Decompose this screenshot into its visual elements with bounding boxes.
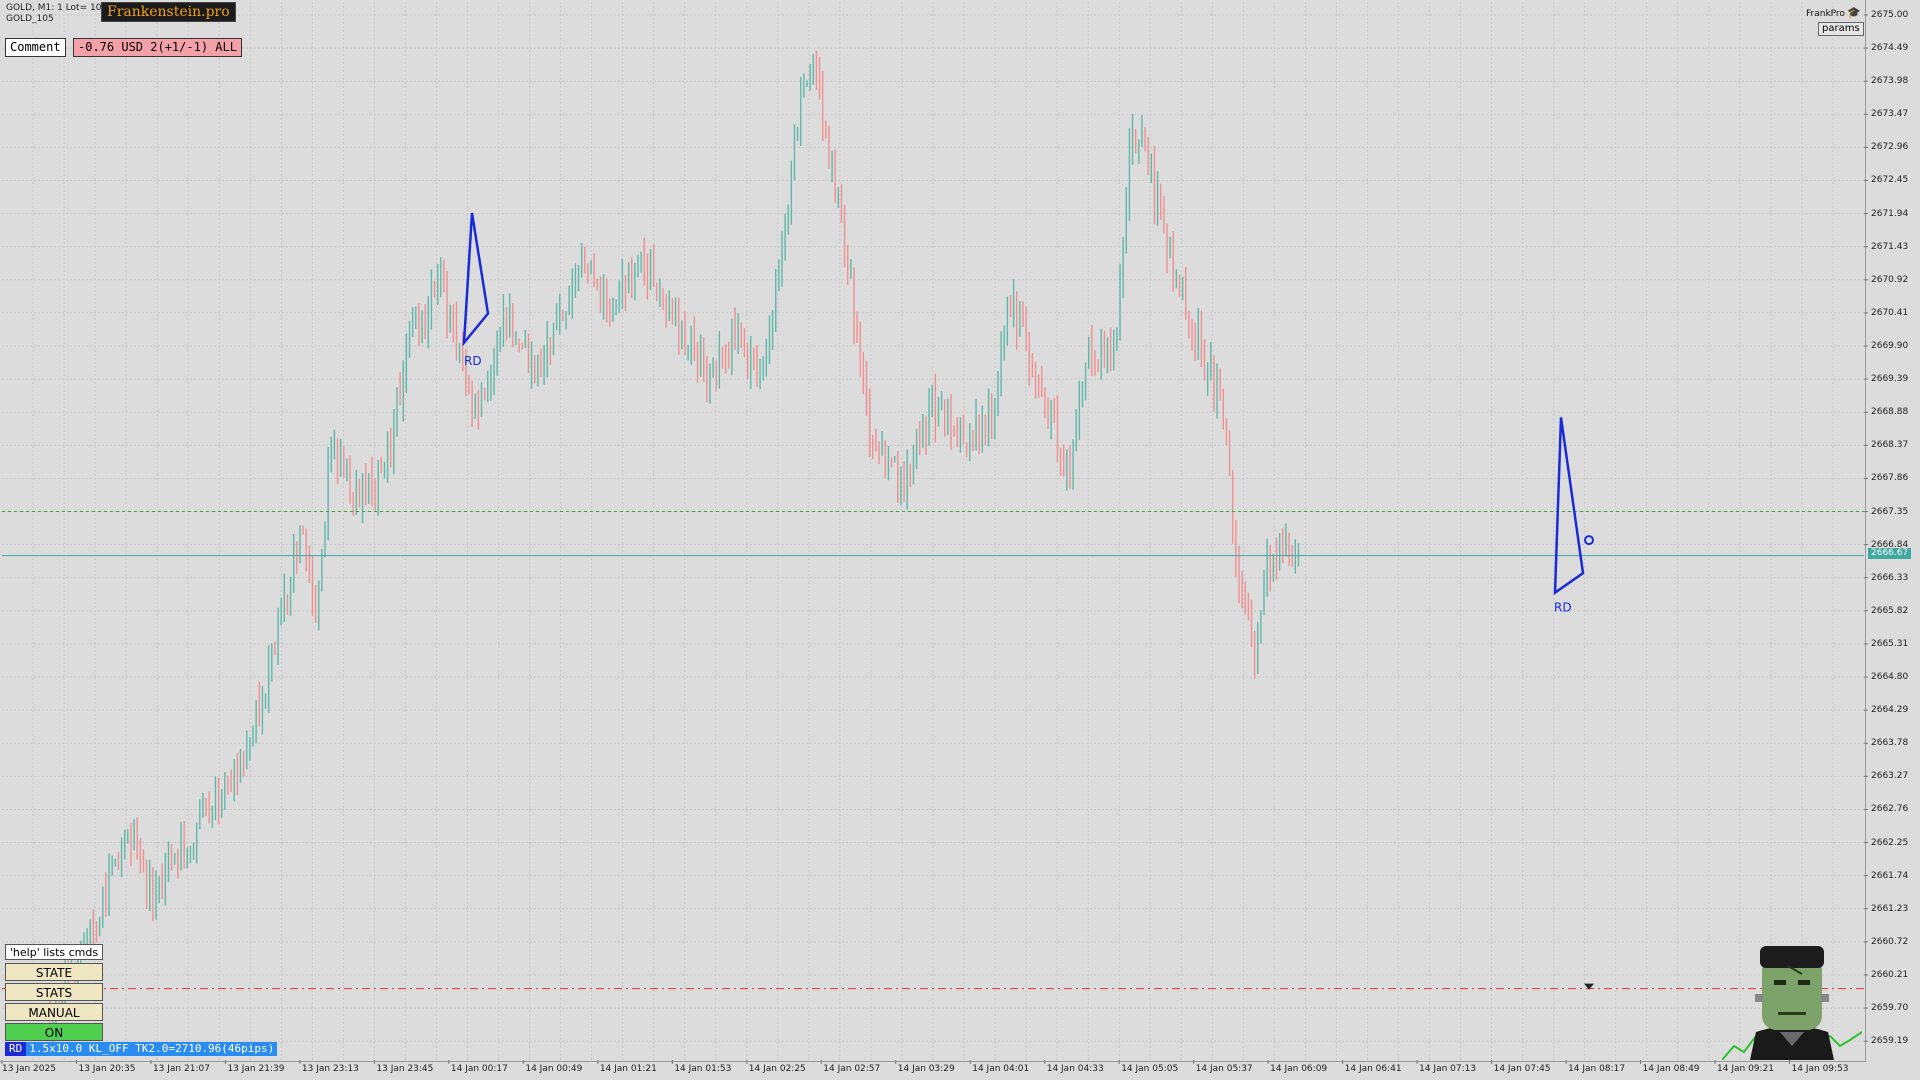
x-tick-label: 14 Jan 00:17: [450, 1064, 508, 1074]
x-tick-label: 13 Jan 23:45: [376, 1064, 434, 1074]
y-tick-label: 2674.49: [1871, 43, 1909, 54]
x-tick-label: 14 Jan 06:41: [1344, 1064, 1402, 1074]
y-tick-label: 2669.39: [1871, 374, 1909, 385]
x-tick-label: 14 Jan 01:21: [599, 1064, 657, 1074]
y-tick-label: 2663.27: [1871, 771, 1909, 782]
symbol-line: GOLD, M1: 1 Lot= 10: [6, 3, 102, 13]
y-tick-label: 2664.80: [1871, 672, 1909, 683]
y-tick-label: 2670.41: [1871, 307, 1909, 318]
y-tick-label: 2661.23: [1871, 903, 1909, 914]
y-tick-label: 2673.47: [1871, 109, 1909, 120]
symbol-info: GOLD, M1: 1 Lot= 10 GOLD_105: [6, 3, 101, 25]
y-tick-label: 2665.82: [1871, 605, 1909, 616]
y-tick-label: 2675.00: [1871, 9, 1909, 20]
rd-pattern-triangle: [1553, 417, 1585, 596]
candlestick-chart[interactable]: RD RD: [0, 0, 1920, 1080]
state-button[interactable]: STATE: [5, 963, 103, 981]
y-tick-label: 2664.29: [1871, 705, 1909, 716]
frankpro-indicator: FrankPro 🎓: [1806, 6, 1861, 19]
status-text: 1.5x10.0 KL_OFF TK2.0=2710.96(46pips): [26, 1042, 278, 1056]
y-tick-label: 2659.70: [1871, 1003, 1909, 1014]
x-tick-label: 14 Jan 04:01: [972, 1064, 1030, 1074]
frankenstein-avatar-icon: [1722, 946, 1862, 1060]
stats-button[interactable]: STATS: [5, 983, 103, 1001]
brand-logo-text: Frankenstein.pro: [101, 2, 236, 22]
x-tick-label: 14 Jan 03:29: [897, 1064, 955, 1074]
x-tick-label: 14 Jan 02:57: [823, 1064, 881, 1074]
y-tick-label: 2667.35: [1871, 506, 1909, 517]
x-tick-label: 14 Jan 06:09: [1270, 1064, 1328, 1074]
x-tick-label: 14 Jan 08:17: [1568, 1064, 1626, 1074]
y-tick-label: 2659.19: [1871, 1036, 1909, 1047]
rd-annotation-label: RD: [464, 354, 482, 368]
status-tag: RD: [5, 1042, 27, 1056]
x-tick-label: 14 Jan 08:49: [1642, 1064, 1700, 1074]
x-tick-label: 14 Jan 09:21: [1717, 1064, 1775, 1074]
y-tick-label: 2670.92: [1871, 274, 1909, 285]
x-tick-label: 13 Jan 20:35: [78, 1064, 136, 1074]
account-line: GOLD_105: [6, 14, 54, 24]
y-tick-label: 2662.25: [1871, 837, 1909, 848]
y-tick-label: 2671.43: [1871, 241, 1909, 252]
graduation-cap-icon: 🎓: [1846, 6, 1861, 19]
y-tick-label: 2669.90: [1871, 341, 1909, 351]
params-button[interactable]: params: [1818, 22, 1864, 36]
x-tick-label: 14 Jan 07:13: [1419, 1064, 1477, 1074]
y-tick-label: 2661.74: [1871, 870, 1909, 881]
x-tick-label: 14 Jan 00:49: [525, 1064, 583, 1074]
on-toggle-button[interactable]: ON: [5, 1023, 103, 1041]
comment-label: Comment: [5, 38, 66, 57]
x-tick-label: 14 Jan 09:53: [1791, 1064, 1849, 1074]
y-tick-label: 2671.94: [1871, 208, 1909, 219]
y-tick-label: 2662.76: [1871, 804, 1909, 815]
x-tick-label: 13 Jan 23:13: [301, 1064, 359, 1074]
y-tick-label: 2667.86: [1871, 473, 1909, 484]
status-bar: RD 1.5x10.0 KL_OFF TK2.0=2710.96(46pips): [5, 1042, 278, 1056]
frankpro-label: FrankPro: [1806, 9, 1845, 19]
y-tick-label: 2663.78: [1871, 738, 1909, 749]
y-tick-label: 2660.72: [1871, 936, 1909, 947]
trade-marker-icon: [1584, 535, 1594, 546]
x-tick-label: 14 Jan 01:53: [674, 1064, 732, 1074]
x-tick-label: 14 Jan 05:05: [1121, 1064, 1179, 1074]
profit-status: -0.76 USD 2(+1/-1) ALL: [73, 38, 242, 57]
x-tick-label: 13 Jan 21:07: [152, 1064, 210, 1074]
y-tick-label: 2668.37: [1871, 440, 1909, 451]
x-tick-label: 14 Jan 04:33: [1046, 1064, 1104, 1074]
x-tick-label: 13 Jan 2025: [2, 1064, 56, 1074]
trading-terminal: RD RD GOLD, M1: 1 Lot= 10 GOLD_105 Franke…: [0, 0, 1920, 1080]
y-tick-label: 2665.31: [1871, 638, 1909, 649]
x-tick-label: 14 Jan 07:45: [1493, 1064, 1551, 1074]
y-tick-label: 2660.21: [1871, 969, 1909, 980]
help-hint: 'help' lists cmds: [5, 944, 103, 960]
y-tick-label: 2672.45: [1871, 175, 1909, 186]
y-tick-label: 2666.33: [1871, 572, 1909, 583]
current-price-tag: 2666.67: [1868, 548, 1912, 559]
y-tick-label: 2672.96: [1871, 142, 1909, 153]
rd-annotation-label: RD: [1554, 601, 1572, 615]
x-tick-label: 14 Jan 02:25: [748, 1064, 806, 1074]
x-tick-label: 13 Jan 21:39: [227, 1064, 285, 1074]
y-tick-label: 2673.98: [1871, 76, 1909, 87]
x-tick-label: 14 Jan 05:37: [1195, 1064, 1253, 1074]
y-tick-label: 2668.88: [1871, 407, 1909, 418]
manual-button[interactable]: MANUAL: [5, 1003, 103, 1021]
